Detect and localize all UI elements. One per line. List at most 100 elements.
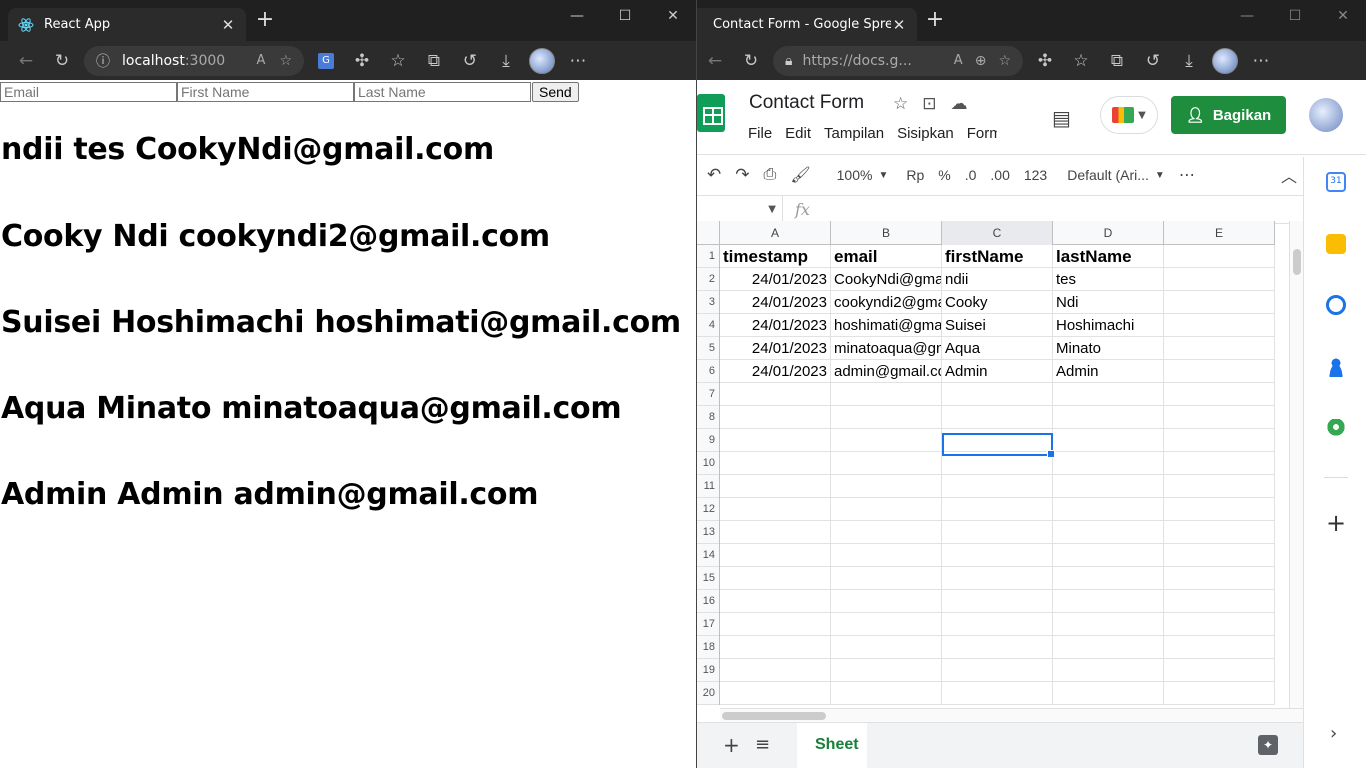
cell[interactable]: [1053, 475, 1164, 498]
cell[interactable]: [942, 567, 1053, 590]
cell[interactable]: [831, 498, 942, 521]
all-sheets-icon[interactable]: ≡: [755, 734, 770, 755]
close-window-icon[interactable]: ✕: [649, 8, 696, 24]
cell[interactable]: [831, 682, 942, 705]
chevron-right-icon[interactable]: ›: [1330, 723, 1337, 744]
cell[interactable]: [942, 498, 1053, 521]
maximize-icon[interactable]: ☐: [1271, 8, 1319, 24]
cell[interactable]: [720, 406, 831, 429]
more-menu-icon[interactable]: ⋯: [560, 45, 596, 77]
row-header[interactable]: 13: [697, 521, 719, 544]
cell[interactable]: [942, 544, 1053, 567]
row-header[interactable]: 16: [697, 590, 719, 613]
download-icon[interactable]: ⤓: [1171, 45, 1207, 77]
cell[interactable]: [720, 521, 831, 544]
cell[interactable]: [1164, 682, 1275, 705]
cell[interactable]: Hoshimachi: [1053, 314, 1164, 337]
row-header[interactable]: 10: [697, 452, 719, 475]
column-header-d[interactable]: D: [1053, 221, 1164, 245]
extensions-icon[interactable]: ✣: [344, 45, 380, 77]
column-header-e[interactable]: E: [1164, 221, 1275, 245]
spreadsheet-grid[interactable]: A B C D E 1 2 3 4 5 6 7 8 9 10 11 12 13 14 15 16 17 18 19 2…: [697, 221, 1303, 708]
cell[interactable]: lastName: [1053, 245, 1164, 268]
cell[interactable]: [942, 636, 1053, 659]
row-header[interactable]: 15: [697, 567, 719, 590]
cell[interactable]: [1164, 452, 1275, 475]
row-header[interactable]: 8: [697, 406, 719, 429]
row-header[interactable]: 5: [697, 337, 719, 360]
redo-icon[interactable]: ↷: [735, 165, 749, 185]
cell[interactable]: [1164, 475, 1275, 498]
read-aloud-icon[interactable]: A: [257, 53, 266, 68]
maximize-icon[interactable]: ☐: [601, 8, 649, 24]
row-header[interactable]: 6: [697, 360, 719, 383]
cell[interactable]: [831, 429, 942, 452]
cell[interactable]: [1053, 636, 1164, 659]
history-icon[interactable]: ↺: [1135, 45, 1171, 77]
cell[interactable]: Aqua: [942, 337, 1053, 360]
info-icon[interactable]: ⓘ: [96, 51, 110, 71]
read-aloud-icon[interactable]: A: [954, 53, 963, 68]
cell[interactable]: 24/01/2023: [720, 291, 831, 314]
cell[interactable]: [831, 613, 942, 636]
cell[interactable]: [1053, 452, 1164, 475]
cell[interactable]: [720, 544, 831, 567]
calendar-icon[interactable]: 31: [1326, 172, 1346, 192]
row-header[interactable]: 17: [697, 613, 719, 636]
cell[interactable]: [1053, 613, 1164, 636]
url-field[interactable]: ⓘ localhost:3000 A ☆: [84, 45, 304, 76]
account-avatar[interactable]: [1309, 98, 1343, 132]
add-sheet-icon[interactable]: +: [723, 733, 740, 757]
row-header[interactable]: 11: [697, 475, 719, 498]
profile-avatar[interactable]: [1207, 45, 1243, 77]
cell[interactable]: timestamp: [720, 245, 831, 268]
menu-edit[interactable]: Edit: [785, 125, 811, 142]
cell[interactable]: Admin: [942, 360, 1053, 383]
cell[interactable]: [1053, 544, 1164, 567]
cell[interactable]: [1164, 360, 1275, 383]
column-header-a[interactable]: A: [720, 221, 831, 245]
zoom-icon[interactable]: ⊕: [975, 53, 987, 69]
url-field[interactable]: 🔒︎ https://docs.g... A ⊕ ☆: [773, 45, 1023, 76]
first-name-input[interactable]: [177, 82, 354, 102]
percent-format[interactable]: %: [938, 167, 950, 183]
cell[interactable]: [942, 383, 1053, 406]
last-name-input[interactable]: [354, 82, 531, 102]
cell[interactable]: [1164, 383, 1275, 406]
cell[interactable]: [942, 521, 1053, 544]
close-tab-icon[interactable]: ✕: [891, 16, 907, 34]
cell[interactable]: [720, 613, 831, 636]
row-header[interactable]: 20: [697, 682, 719, 705]
new-tab-button[interactable]: +: [923, 9, 947, 31]
cell[interactable]: [1053, 590, 1164, 613]
cell[interactable]: [720, 429, 831, 452]
cell[interactable]: minatoaqua@gn: [831, 337, 942, 360]
cell[interactable]: hoshimati@gma: [831, 314, 942, 337]
cell[interactable]: [1164, 659, 1275, 682]
cell[interactable]: [720, 383, 831, 406]
cell[interactable]: [720, 498, 831, 521]
tab-contact-form[interactable]: Contact Form - Google Spreadsh ✕: [697, 8, 917, 41]
cell[interactable]: admin@gmail.co: [831, 360, 942, 383]
column-header-c[interactable]: C: [942, 221, 1053, 245]
tab-react-app[interactable]: React App ✕: [8, 8, 246, 41]
font-select[interactable]: Default (Ari...: [1067, 167, 1149, 183]
cell[interactable]: [1164, 406, 1275, 429]
cell[interactable]: Minato: [1053, 337, 1164, 360]
cell[interactable]: [720, 452, 831, 475]
sheets-logo-icon[interactable]: [697, 94, 725, 132]
row-header[interactable]: 18: [697, 636, 719, 659]
close-tab-icon[interactable]: ✕: [220, 16, 236, 34]
cell[interactable]: Cooky: [942, 291, 1053, 314]
cell[interactable]: [942, 590, 1053, 613]
cell[interactable]: [831, 567, 942, 590]
cell[interactable]: [831, 406, 942, 429]
currency-format[interactable]: Rp: [906, 167, 924, 183]
cell[interactable]: Ndi: [1053, 291, 1164, 314]
cell[interactable]: [1164, 268, 1275, 291]
favorite-star-icon[interactable]: ☆: [279, 53, 292, 69]
row-header[interactable]: 3: [697, 291, 719, 314]
increase-decimal[interactable]: .00: [990, 167, 1009, 183]
cell[interactable]: [831, 544, 942, 567]
cell[interactable]: [1164, 567, 1275, 590]
